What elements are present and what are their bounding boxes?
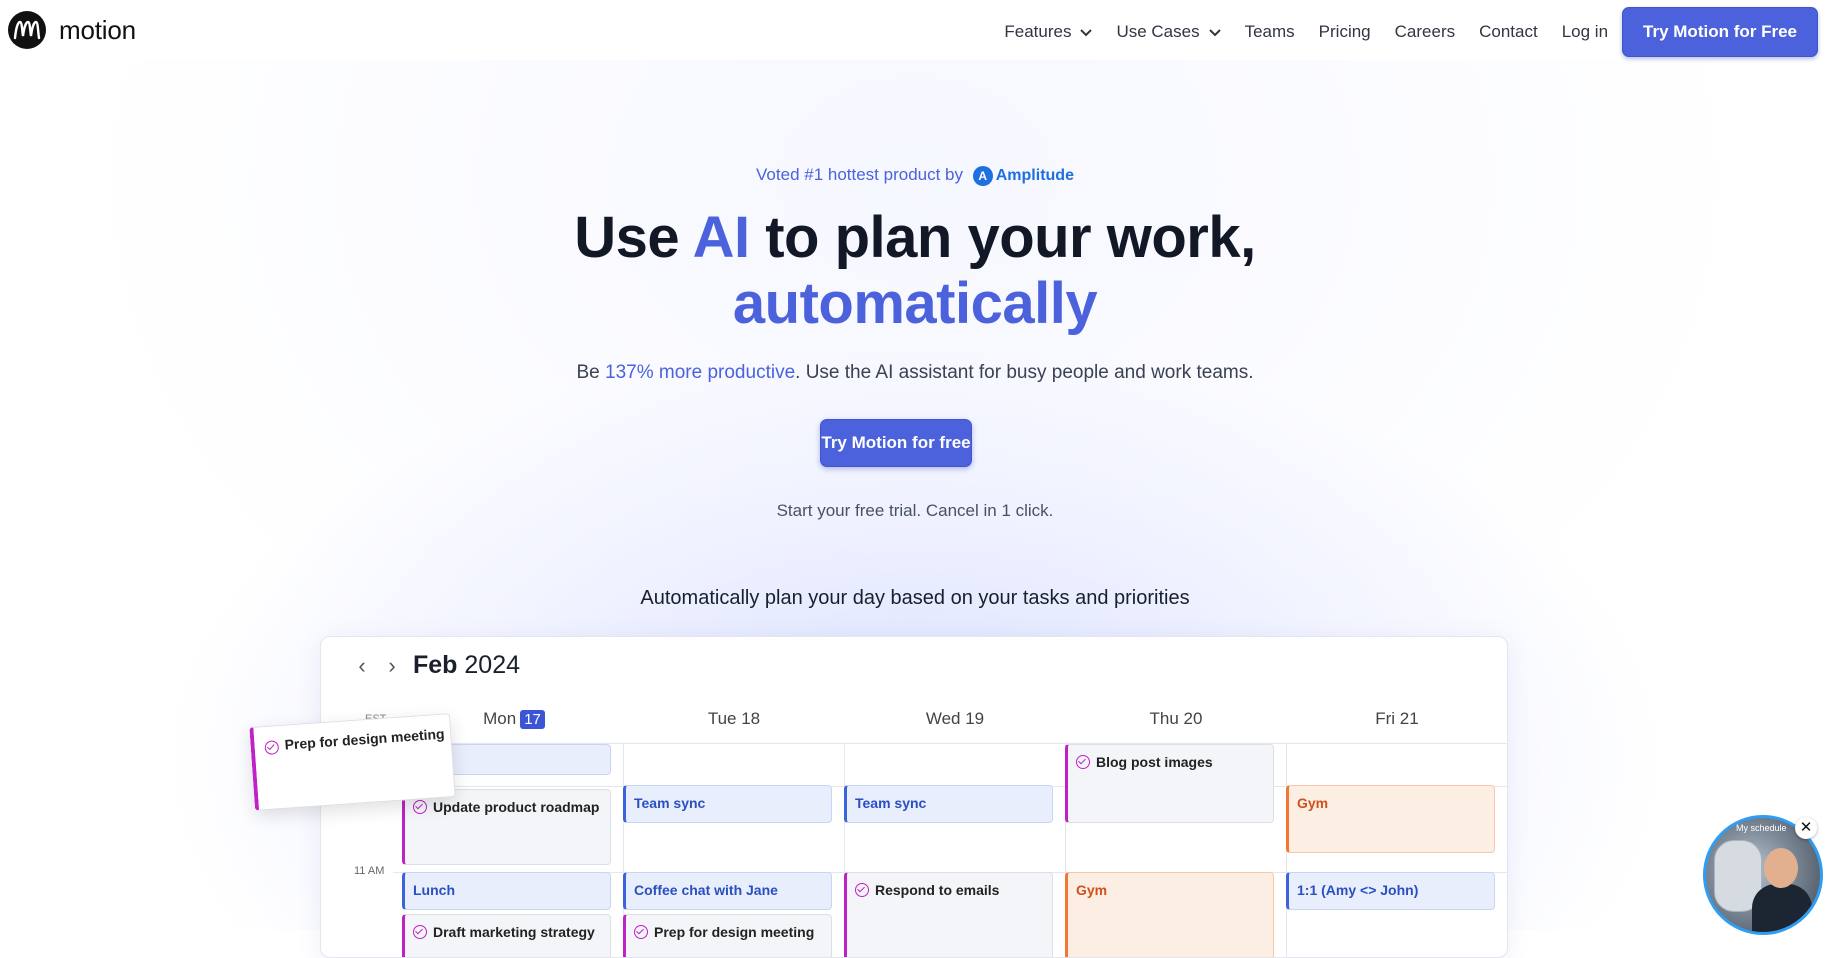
nav-links: Features Use Cases Teams Pricing Careers… bbox=[980, 7, 1818, 57]
task-label: Draft marketing strategy bbox=[433, 924, 595, 940]
brand-logo[interactable]: motion bbox=[8, 11, 136, 49]
day-header-fri: Fri 21 bbox=[1375, 709, 1419, 728]
task-label: Prep for design meeting bbox=[284, 725, 446, 753]
task-label: Respond to emails bbox=[875, 882, 1000, 898]
event-label: Gym bbox=[1076, 882, 1108, 898]
check-circle-icon bbox=[413, 925, 427, 939]
check-circle-icon bbox=[1076, 755, 1090, 769]
nav-item-login[interactable]: Log in bbox=[1562, 22, 1608, 42]
event-label: Team sync bbox=[855, 795, 927, 811]
event-tue-coffee[interactable]: Coffee chat with Jane bbox=[623, 872, 832, 910]
event-label: Gym bbox=[1297, 795, 1329, 811]
event-thu-gym[interactable]: Gym bbox=[1065, 872, 1274, 957]
sub-prefix: Be bbox=[576, 362, 606, 383]
task-label: Update product roadmap bbox=[433, 799, 600, 815]
check-circle-icon bbox=[413, 800, 427, 814]
hero-headline: Use AI to plan your work, bbox=[0, 204, 1830, 271]
month-name: Feb bbox=[413, 651, 458, 679]
event-wed-team-sync[interactable]: Team sync bbox=[844, 785, 1053, 823]
year: 2024 bbox=[464, 651, 521, 679]
event-label: Coffee chat with Jane bbox=[634, 882, 778, 898]
task-mon-roadmap[interactable]: Update product roadmap bbox=[402, 789, 611, 865]
nav-item-teams[interactable]: Teams bbox=[1245, 22, 1295, 42]
headline-part2: to plan your work, bbox=[749, 205, 1256, 270]
today-badge: 17 bbox=[520, 710, 545, 729]
try-motion-hero-button[interactable]: Try Motion for free bbox=[820, 419, 972, 467]
check-circle-icon bbox=[855, 883, 869, 897]
calendar-header: ‹ › Feb 2024 bbox=[347, 651, 520, 680]
headline-ai: AI bbox=[692, 205, 751, 270]
person-face bbox=[1764, 848, 1798, 888]
chevron-down-icon bbox=[1080, 22, 1093, 42]
hour-label: 11 AM bbox=[354, 865, 385, 877]
event-label: Team sync bbox=[634, 795, 706, 811]
event-fri-gym[interactable]: Gym bbox=[1286, 785, 1495, 853]
nav-item-pricing[interactable]: Pricing bbox=[1319, 22, 1371, 42]
task-mon-draft[interactable]: Draft marketing strategy bbox=[402, 914, 611, 957]
voted-badge: Voted #1 hottest product by A Amplitude bbox=[0, 165, 1830, 186]
event-label: Lunch bbox=[413, 882, 455, 898]
day-header-wed: Wed 19 bbox=[925, 709, 985, 728]
calendar-preview: ‹ › Feb 2024 EST Mon17 Tue 18 Wed 19 Thu… bbox=[320, 636, 1508, 958]
event-label: 1:1 (Amy <> John) bbox=[1297, 882, 1419, 898]
close-icon[interactable]: ✕ bbox=[1795, 817, 1817, 839]
video-caption: My schedule bbox=[1736, 823, 1787, 833]
voted-text: Voted #1 hottest product by bbox=[756, 165, 964, 184]
task-thu-blog[interactable]: Blog post images bbox=[1065, 744, 1274, 823]
trial-note: Start your free trial. Cancel in 1 click… bbox=[776, 501, 1054, 520]
event-mon-lunch[interactable]: Lunch bbox=[402, 872, 611, 910]
day-header-thu: Thu 20 bbox=[1149, 709, 1203, 728]
amplitude-icon: A bbox=[972, 165, 993, 186]
top-nav: motion Features Use Cases Teams Pricing … bbox=[0, 0, 1830, 64]
day-header-tue: Tue 18 bbox=[707, 709, 761, 728]
calendar-month: Feb 2024 bbox=[413, 651, 520, 680]
chevron-right-icon[interactable]: › bbox=[377, 653, 407, 679]
check-circle-icon bbox=[634, 925, 648, 939]
chevron-left-icon[interactable]: ‹ bbox=[347, 653, 377, 679]
task-tue-prep[interactable]: Prep for design meeting bbox=[623, 914, 832, 957]
check-circle-icon bbox=[264, 740, 280, 756]
task-label: Blog post images bbox=[1096, 754, 1213, 770]
try-motion-nav-button[interactable]: Try Motion for Free bbox=[1622, 7, 1818, 57]
sub-suffix: . Use the AI assistant for busy people a… bbox=[795, 362, 1254, 383]
nav-label: Use Cases bbox=[1116, 22, 1200, 41]
nav-item-use-cases[interactable]: Use Cases bbox=[1116, 22, 1221, 42]
hero-subtitle: Be 137% more productive. Use the AI assi… bbox=[0, 362, 1830, 384]
task-wed-emails[interactable]: Respond to emails bbox=[844, 872, 1053, 957]
chevron-down-icon bbox=[1208, 22, 1221, 42]
nav-label: Features bbox=[1004, 22, 1072, 41]
event-tue-team-sync[interactable]: Team sync bbox=[623, 785, 832, 823]
day-name: Mon bbox=[483, 709, 517, 728]
nav-item-contact[interactable]: Contact bbox=[1479, 22, 1538, 42]
task-label: Prep for design meeting bbox=[654, 924, 815, 940]
motion-logo-icon bbox=[8, 11, 46, 49]
amplitude-name: Amplitude bbox=[995, 166, 1074, 184]
dragging-task-card[interactable]: Prep for design meeting bbox=[249, 713, 456, 811]
person-shirt bbox=[1752, 884, 1812, 932]
brand-name: motion bbox=[59, 14, 136, 45]
sub-highlight: 137% more productive bbox=[605, 362, 796, 383]
nav-item-features[interactable]: Features bbox=[1004, 22, 1093, 42]
nav-item-careers[interactable]: Careers bbox=[1395, 22, 1455, 42]
section-title: Automatically plan your day based on you… bbox=[640, 587, 1190, 609]
hero-headline-line2: automatically bbox=[732, 271, 1098, 336]
event-fri-one-on-one[interactable]: 1:1 (Amy <> John) bbox=[1286, 872, 1495, 910]
amplitude-logo: A Amplitude bbox=[972, 165, 1074, 186]
headline-part1: Use bbox=[574, 205, 693, 270]
